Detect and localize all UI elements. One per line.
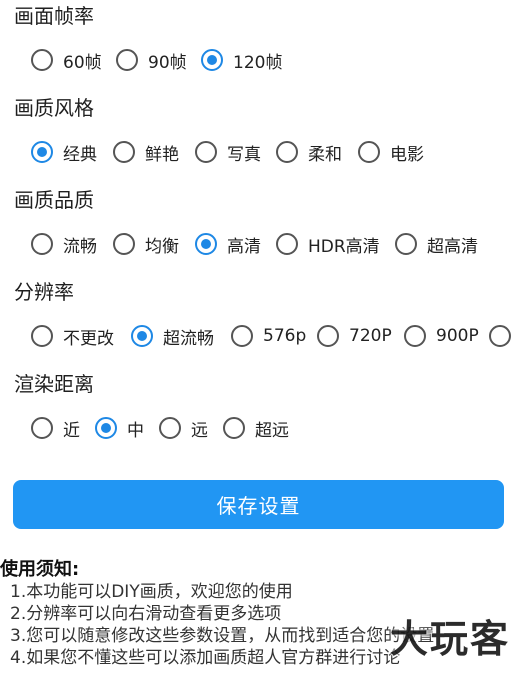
radio-circle: [31, 233, 53, 255]
radio-label: 120帧: [233, 52, 283, 73]
radio-label: 超远: [255, 420, 289, 441]
radio-label: 电影: [390, 144, 424, 165]
radio-label: 90帧: [148, 52, 187, 73]
radio-circle: [31, 141, 53, 163]
radio-quality-hdr-hd[interactable]: HDR高清: [276, 227, 380, 261]
radio-quality-hd[interactable]: 高清: [195, 227, 261, 261]
radio-label: 不更改: [63, 328, 114, 349]
radio-style-vivid[interactable]: 鲜艳: [113, 135, 179, 169]
radio-label: 鲜艳: [145, 144, 179, 165]
usage-note-item: 4.如果您不懂这些可以添加画质超人官方群进行讨论: [10, 648, 401, 668]
usage-note-item: 3.您可以随意修改这些参数设置，从而找到适合您的设置: [10, 626, 435, 646]
radio-label: 中: [127, 420, 144, 441]
radio-label: 900P: [436, 326, 479, 346]
radio-frame-rate-120[interactable]: 120帧: [201, 43, 282, 77]
radio-circle: [231, 325, 253, 347]
radio-circle: [159, 417, 181, 439]
radio-circle: [116, 49, 138, 71]
radio-distance-medium[interactable]: 中: [95, 411, 144, 445]
radio-circle: [95, 417, 117, 439]
radio-circle: [195, 141, 217, 163]
image-quality-options: 流畅 均衡 高清 HDR高清 超高清: [0, 227, 522, 261]
radio-resolution-576p[interactable]: 576p: [231, 319, 306, 353]
radio-resolution-unchanged[interactable]: 不更改: [31, 319, 114, 353]
radio-label: 流畅: [63, 236, 97, 257]
radio-circle: [489, 325, 511, 347]
radio-quality-balanced[interactable]: 均衡: [113, 227, 179, 261]
radio-label: 写真: [227, 144, 261, 165]
radio-circle: [131, 325, 153, 347]
radio-circle: [358, 141, 380, 163]
radio-distance-far[interactable]: 远: [159, 411, 208, 445]
radio-label: 近: [63, 420, 80, 441]
radio-label: 超高清: [427, 236, 478, 257]
radio-label: 经典: [63, 144, 97, 165]
radio-style-portrait[interactable]: 写真: [195, 135, 261, 169]
usage-note-item: 2.分辨率可以向右滑动查看更多选项: [10, 604, 282, 624]
radio-distance-ultra-far[interactable]: 超远: [223, 411, 289, 445]
radio-label: HDR高清: [308, 236, 380, 257]
radio-frame-rate-60[interactable]: 60帧: [31, 43, 102, 77]
radio-circle: [317, 325, 339, 347]
radio-label: 576p: [263, 326, 307, 346]
frame-rate-options: 60帧 90帧 120帧: [0, 43, 522, 77]
radio-label: 柔和: [308, 144, 342, 165]
radio-circle: [195, 233, 217, 255]
radio-circle: [276, 141, 298, 163]
radio-resolution-super-smooth[interactable]: 超流畅: [131, 319, 214, 353]
radio-circle: [223, 417, 245, 439]
section-title-frame-rate: 画面帧率: [14, 4, 94, 28]
radio-label: 高清: [227, 236, 261, 257]
radio-quality-ultra-hd[interactable]: 超高清: [395, 227, 478, 261]
radio-circle: [31, 325, 53, 347]
section-title-render-distance: 渲染距离: [14, 372, 94, 396]
radio-label: 远: [191, 420, 208, 441]
section-title-image-style: 画质风格: [14, 96, 94, 120]
radio-resolution-720p[interactable]: 720P: [317, 319, 392, 353]
resolution-options-scroller[interactable]: 不更改 超流畅 576p 720P 900P: [0, 319, 522, 353]
radio-style-classic[interactable]: 经典: [31, 135, 97, 169]
usage-notes-title: 使用须知:: [0, 559, 80, 580]
section-title-resolution: 分辨率: [14, 280, 74, 304]
radio-circle: [113, 233, 135, 255]
radio-resolution-next-partial[interactable]: [489, 319, 521, 353]
image-style-options: 经典 鲜艳 写真 柔和 电影: [0, 135, 522, 169]
radio-distance-near[interactable]: 近: [31, 411, 80, 445]
section-title-image-quality: 画质品质: [14, 188, 94, 212]
radio-circle: [31, 49, 53, 71]
radio-frame-rate-90[interactable]: 90帧: [116, 43, 187, 77]
radio-circle: [404, 325, 426, 347]
radio-style-soft[interactable]: 柔和: [276, 135, 342, 169]
save-settings-button[interactable]: 保存设置: [13, 480, 504, 529]
radio-label: 超流畅: [163, 328, 214, 349]
radio-quality-smooth[interactable]: 流畅: [31, 227, 97, 261]
radio-resolution-900p[interactable]: 900P: [404, 319, 479, 353]
radio-circle: [31, 417, 53, 439]
radio-label: 720P: [349, 326, 392, 346]
radio-style-movie[interactable]: 电影: [358, 135, 424, 169]
radio-label: 60帧: [63, 52, 102, 73]
radio-circle: [395, 233, 417, 255]
radio-label: 均衡: [145, 236, 179, 257]
render-distance-options: 近 中 远 超远: [0, 411, 522, 445]
usage-note-item: 1.本功能可以DIY画质，欢迎您的使用: [10, 582, 293, 602]
radio-circle: [276, 233, 298, 255]
radio-circle: [201, 49, 223, 71]
radio-circle: [113, 141, 135, 163]
